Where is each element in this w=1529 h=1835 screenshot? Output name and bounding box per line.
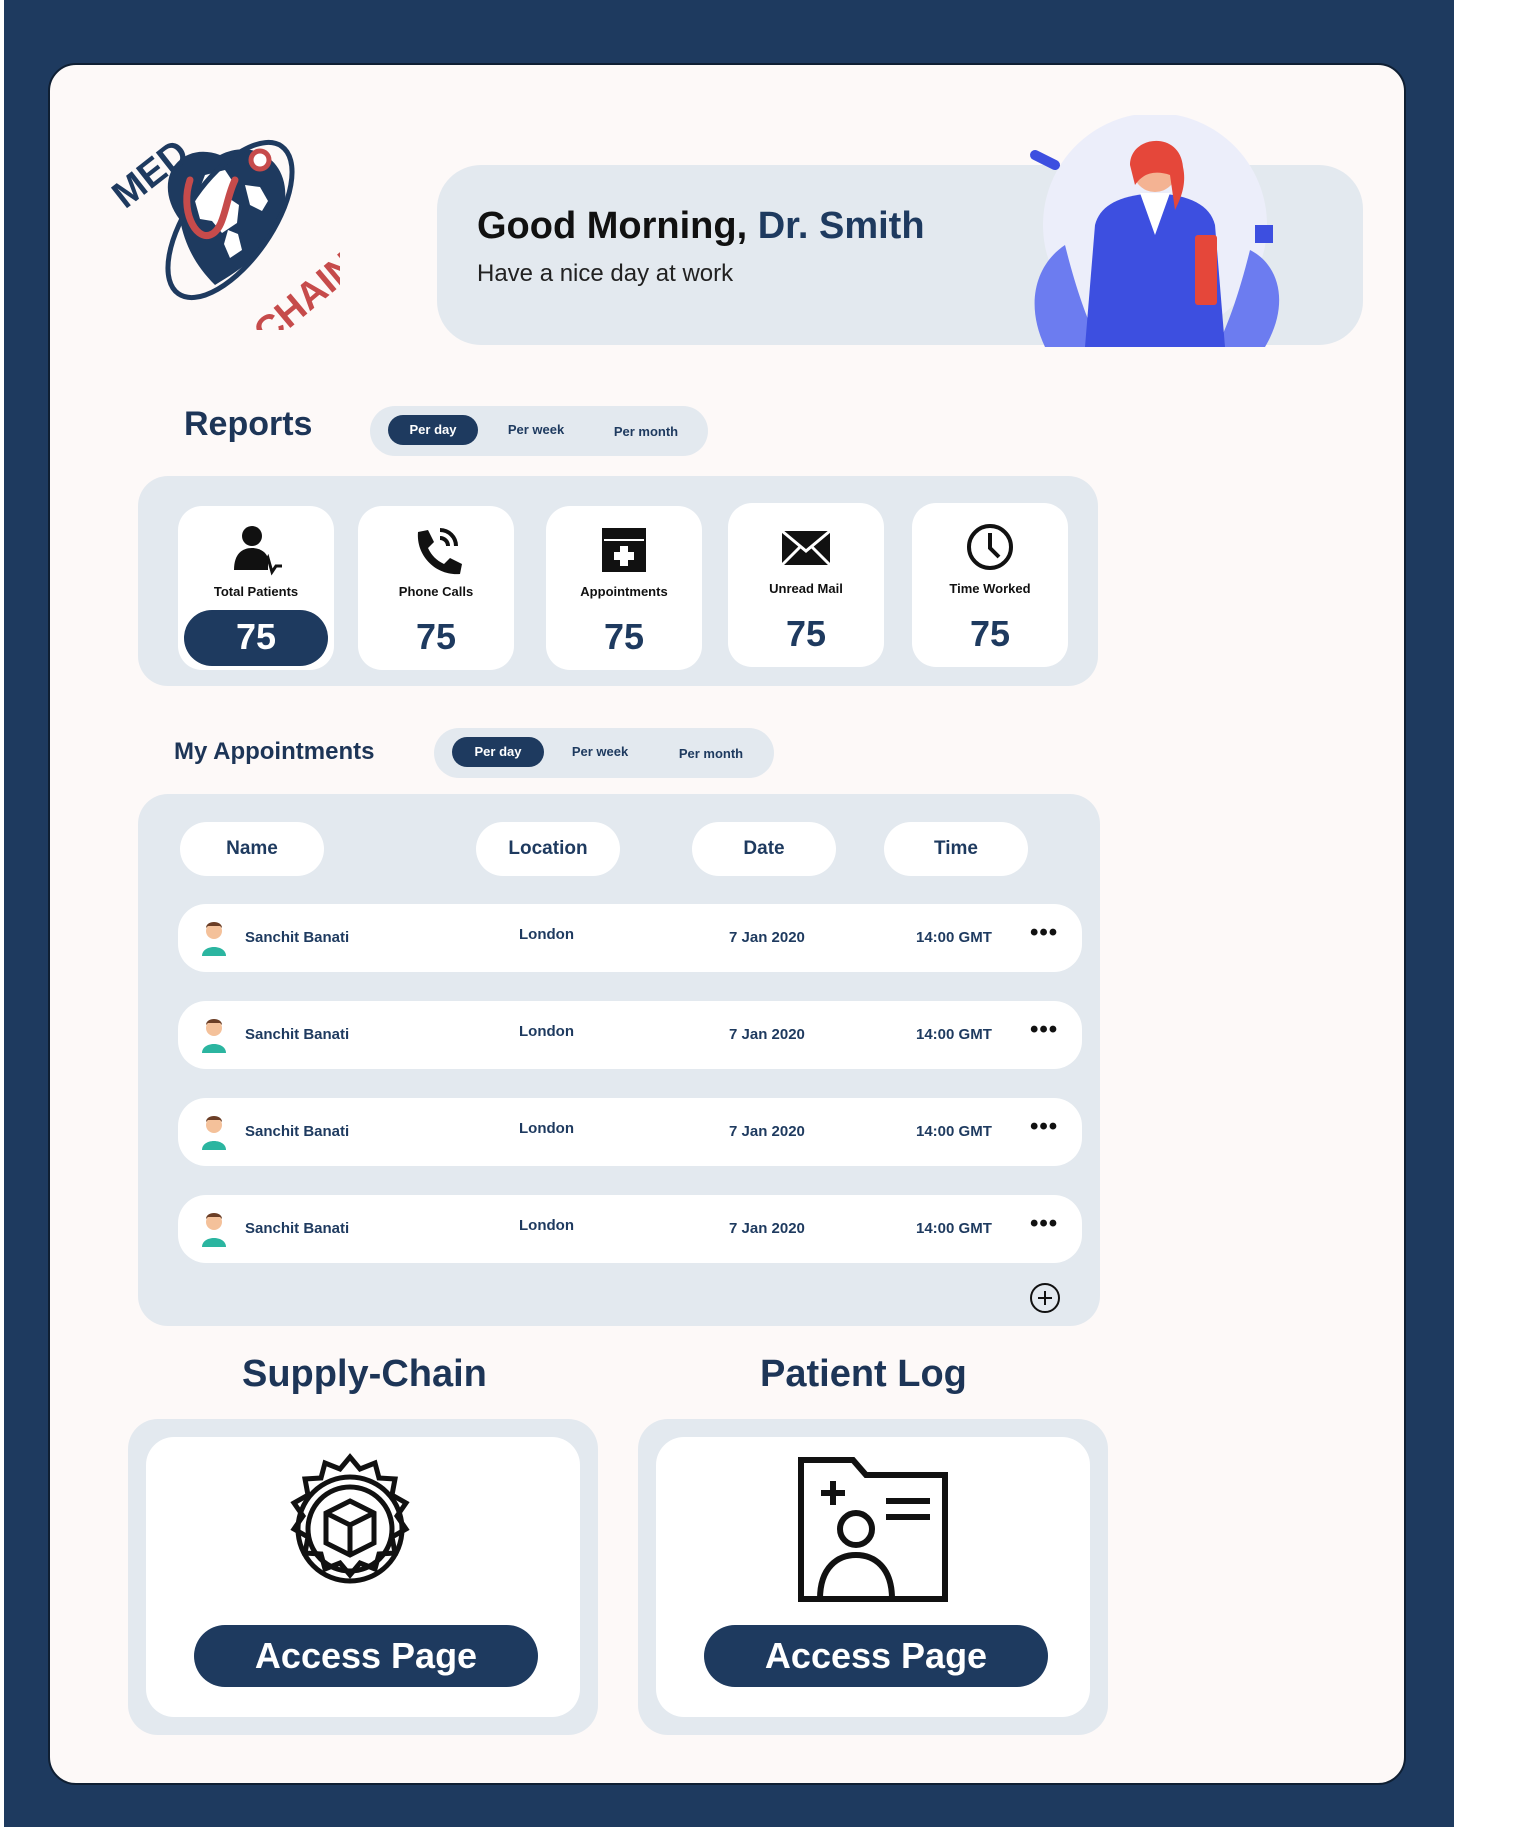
column-header-location[interactable]: Location	[476, 822, 620, 876]
more-options-icon[interactable]: •••	[1030, 1113, 1058, 1141]
cell-time: 14:00 GMT	[916, 929, 992, 946]
supply-chain-access-button[interactable]: Access Page	[194, 1625, 538, 1687]
reports-period-week[interactable]: Per week	[488, 415, 584, 445]
stat-unread-mail[interactable]: Unread Mail 75	[728, 503, 884, 667]
cell-location: London	[519, 1023, 574, 1040]
patient-log-title: Patient Log	[760, 1353, 967, 1395]
medchain-logo: MED CHAIN	[110, 132, 340, 330]
more-options-icon[interactable]: •••	[1030, 919, 1058, 947]
stat-label: Time Worked	[949, 581, 1031, 596]
table-row[interactable]: Sanchit Banati London 7 Jan 2020 14:00 G…	[178, 1098, 1082, 1166]
cell-name: Sanchit Banati	[245, 1123, 350, 1140]
column-header-name[interactable]: Name	[180, 822, 324, 876]
table-row[interactable]: Sanchit Banati London 7 Jan 2020 14:00 G…	[178, 1001, 1082, 1069]
avatar	[202, 922, 226, 956]
logo-text-chain: CHAIN	[246, 245, 340, 330]
reports-title: Reports	[184, 405, 313, 443]
supply-chain-card-inner: Access Page	[146, 1437, 580, 1717]
appointments-period-toggle: Per day Per week Per month	[434, 728, 774, 778]
stat-label: Unread Mail	[769, 581, 843, 596]
cell-time: 14:00 GMT	[916, 1026, 992, 1043]
stat-label: Total Patients	[213, 584, 299, 599]
patient-log-access-button[interactable]: Access Page	[704, 1625, 1048, 1687]
cell-name: Sanchit Banati	[245, 1026, 350, 1043]
column-header-time[interactable]: Time	[884, 822, 1028, 876]
mail-icon	[780, 529, 832, 567]
supply-chain-card: Access Page	[128, 1419, 598, 1735]
gear-box-icon	[290, 1453, 410, 1584]
column-header-date[interactable]: Date	[692, 822, 836, 876]
stat-value: 75	[235, 616, 277, 657]
reports-period-toggle: Per day Per week Per month	[370, 406, 708, 456]
stat-value: 75	[785, 613, 827, 654]
table-row[interactable]: Sanchit Banati London 7 Jan 2020 14:00 G…	[178, 904, 1082, 972]
stat-value: 75	[969, 613, 1011, 654]
cell-date: 7 Jan 2020	[729, 929, 805, 946]
stat-value: 75	[415, 616, 457, 657]
greeting-subtitle: Have a nice day at work	[477, 260, 734, 287]
more-options-icon[interactable]: •••	[1030, 1210, 1058, 1238]
patient-file-icon	[798, 1457, 948, 1602]
greeting-prefix: Good Morning,	[477, 205, 748, 247]
phone-icon	[417, 528, 462, 575]
cell-name: Sanchit Banati	[245, 1220, 350, 1237]
avatar	[202, 1019, 226, 1053]
cell-date: 7 Jan 2020	[729, 1123, 805, 1140]
doctor-name: Dr. Smith	[757, 205, 925, 247]
stat-phone-calls[interactable]: Phone Calls 75	[358, 506, 514, 670]
reports-period-month[interactable]: Per month	[592, 417, 700, 447]
stat-value: 75	[603, 616, 645, 657]
cell-location: London	[519, 926, 574, 943]
stat-label: Phone Calls	[398, 584, 474, 599]
stat-time-worked[interactable]: Time Worked 75	[912, 503, 1068, 667]
stat-appointments[interactable]: Appointments 75	[546, 506, 702, 670]
appointments-period-day[interactable]: Per day	[452, 737, 544, 767]
patient-log-card: Access Page	[638, 1419, 1108, 1735]
cell-time: 14:00 GMT	[916, 1123, 992, 1140]
reports-period-day[interactable]: Per day	[388, 415, 478, 445]
appointments-period-month[interactable]: Per month	[658, 739, 764, 769]
cell-location: London	[519, 1120, 574, 1137]
cell-date: 7 Jan 2020	[729, 1026, 805, 1043]
cell-date: 7 Jan 2020	[729, 1220, 805, 1237]
more-options-icon[interactable]: •••	[1030, 1016, 1058, 1044]
cell-name: Sanchit Banati	[245, 929, 350, 946]
patient-icon	[234, 526, 282, 576]
stat-total-patients[interactable]: Total Patients 75	[178, 506, 334, 670]
stat-label: Appointments	[580, 584, 668, 599]
patient-log-card-inner: Access Page	[656, 1437, 1090, 1717]
appointments-panel: Name Location Date Time Sanchit Banati L…	[138, 794, 1100, 1326]
doctor-illustration	[1030, 115, 1280, 347]
avatar	[202, 1116, 226, 1150]
cell-time: 14:00 GMT	[916, 1220, 992, 1237]
greeting-heading: Good Morning, Dr. Smith	[477, 205, 925, 248]
avatar	[202, 1213, 226, 1247]
calendar-icon	[602, 528, 646, 572]
supply-chain-title: Supply-Chain	[242, 1353, 487, 1395]
clock-icon	[967, 524, 1013, 570]
appointments-title: My Appointments	[174, 738, 375, 765]
reports-panel: Total Patients 75 Phone Calls 75 Appoint…	[138, 476, 1098, 686]
cell-location: London	[519, 1217, 574, 1234]
add-appointment-icon[interactable]	[1029, 1282, 1061, 1314]
table-row[interactable]: Sanchit Banati London 7 Jan 2020 14:00 G…	[178, 1195, 1082, 1263]
appointments-period-week[interactable]: Per week	[552, 737, 648, 767]
